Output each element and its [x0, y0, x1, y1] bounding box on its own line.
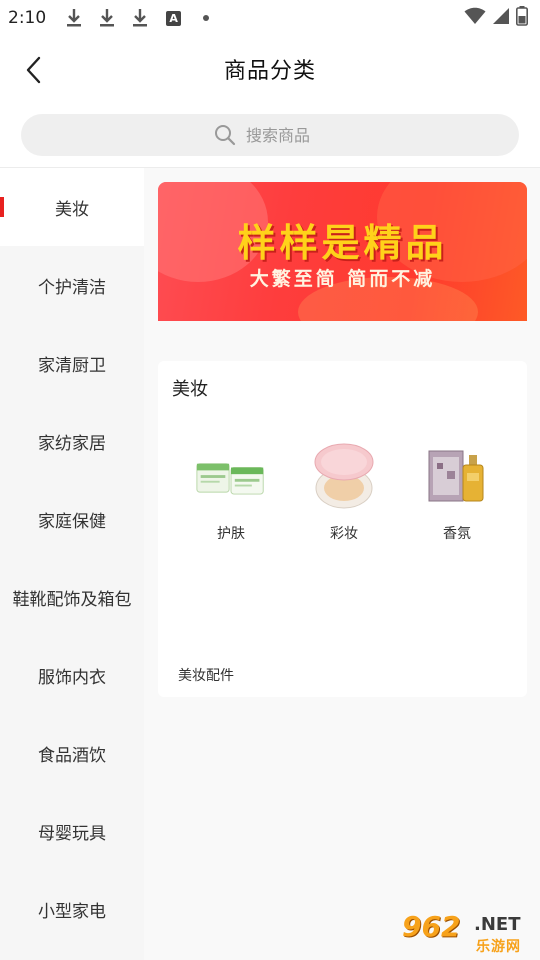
sidebar-item-label: 母婴玩具 [38, 823, 106, 844]
watermark-suffix: .NET [474, 914, 521, 935]
promo-banner[interactable]: 样样是精品 大繁至简 简而不减 [158, 182, 527, 321]
subcategory-skincare[interactable]: 护肤 [181, 441, 281, 543]
site-watermark: 962 .NET 乐游网 [402, 910, 536, 956]
subcategory-label: 香氛 [443, 526, 471, 542]
download-icon [97, 7, 117, 29]
watermark-site: 乐游网 [476, 939, 521, 955]
search-bar[interactable] [21, 114, 519, 156]
search-icon [214, 124, 236, 146]
back-button[interactable] [18, 53, 48, 87]
search-input[interactable] [246, 125, 326, 145]
back-arrow-icon [26, 56, 41, 84]
subcategory-label: 彩妆 [330, 526, 358, 542]
sidebar-item-small-appliances[interactable]: 小型家电 [0, 870, 144, 948]
page-title: 商品分类 [223, 59, 316, 84]
subcategory-accessories[interactable]: 美妆配件 [178, 665, 234, 685]
sidebar-item-health[interactable]: 家庭保健 [0, 480, 144, 558]
category-content: 样样是精品 大繁至简 简而不减 美妆 护肤 彩妆 香氛 美妆配件 [144, 168, 540, 960]
battery-icon [516, 6, 528, 30]
sidebar-item-personal-care[interactable]: 个护清洁 [0, 246, 144, 324]
subcategory-fragrance[interactable]: 香氛 [407, 441, 507, 543]
sidebar-item-label: 家纺家居 [38, 433, 106, 454]
sidebar-item-label: 家庭保健 [38, 511, 106, 532]
app-header: 商品分类 [0, 36, 540, 102]
category-sidebar: 美妆 个护清洁 家清厨卫 家纺家居 家庭保健 鞋靴配饰及箱包 服饰内衣 食品酒饮… [0, 168, 144, 960]
banner-title: 样样是精品 [237, 221, 448, 265]
sidebar-item-label: 服饰内衣 [38, 667, 106, 688]
status-indicators [464, 6, 528, 30]
sidebar-item-label: 小型家电 [38, 901, 106, 922]
subcategory-label: 护肤 [217, 526, 245, 542]
perfume-bottle-icon [421, 441, 493, 513]
wifi-icon [464, 7, 486, 29]
sidebar-item-label: 鞋靴配饰及箱包 [12, 589, 132, 610]
dot-icon [203, 15, 210, 21]
sidebar-item-beauty[interactable]: 美妆 [0, 168, 144, 246]
sidebar-item-home-textiles[interactable]: 家纺家居 [0, 402, 144, 480]
sidebar-item-food-drinks[interactable]: 食品酒饮 [0, 714, 144, 792]
sidebar-item-baby-toys[interactable]: 母婴玩具 [0, 792, 144, 870]
download-icon [130, 7, 150, 29]
sidebar-item-label: 家清厨卫 [38, 355, 106, 376]
sidebar-item-label: 个护清洁 [38, 277, 106, 298]
cushion-compact-icon [308, 441, 380, 513]
status-time: 2:10 [8, 8, 47, 28]
watermark-number: 962 [402, 910, 461, 943]
sidebar-item-label: 美妆 [55, 199, 89, 220]
card-title: 美妆 [172, 379, 208, 400]
a-notification-icon: A [166, 10, 182, 26]
banner-subtitle: 大繁至简 简而不减 [249, 268, 436, 290]
sidebar-item-label: 食品酒饮 [38, 745, 106, 766]
skincare-jars-icon [195, 441, 267, 513]
signal-icon [492, 7, 510, 29]
status-bar: 2:10 A [0, 0, 540, 36]
subcategory-card: 美妆 护肤 彩妆 香氛 美妆配件 [158, 361, 527, 697]
sidebar-item-apparel[interactable]: 服饰内衣 [0, 636, 144, 714]
subcategory-makeup[interactable]: 彩妆 [294, 441, 394, 543]
download-icon [64, 7, 84, 29]
sidebar-item-kitchen-bath[interactable]: 家清厨卫 [0, 324, 144, 402]
sidebar-item-shoes-bags[interactable]: 鞋靴配饰及箱包 [0, 558, 144, 636]
